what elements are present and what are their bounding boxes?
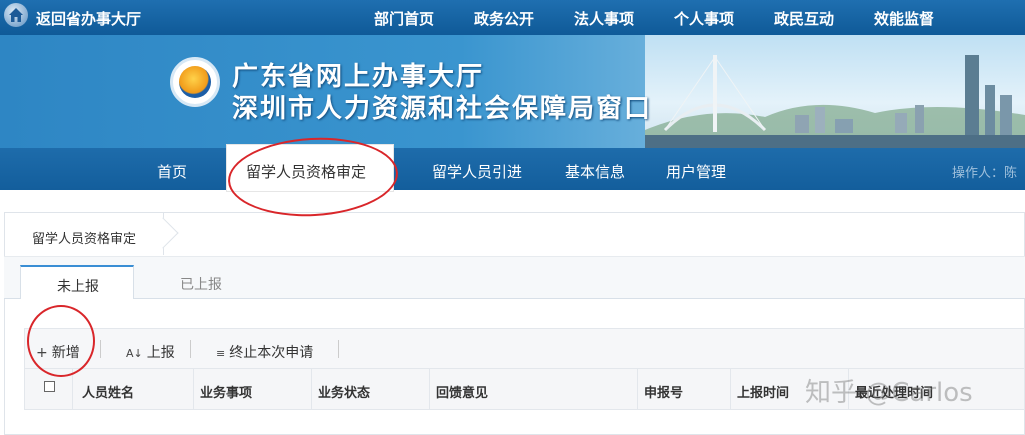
- mainnav-basic-info[interactable]: 基本信息: [565, 161, 625, 182]
- breadcrumb: 留学人员资格审定: [4, 212, 164, 255]
- list-icon: ≡: [216, 347, 226, 360]
- tab-unreported-label: 未上报: [57, 279, 99, 295]
- tab-reported[interactable]: 已上报: [165, 265, 245, 299]
- tab-unreported[interactable]: 未上报: [20, 265, 134, 299]
- col-name[interactable]: 人员姓名: [82, 382, 134, 401]
- column-divider: [637, 369, 638, 409]
- tab-strip: [4, 256, 1025, 299]
- operator-label: 操作人：陈: [951, 166, 1017, 181]
- tab-reported-label: 已上报: [180, 277, 222, 293]
- guangdong-logo: [170, 57, 220, 107]
- col-report-time[interactable]: 上报时间: [737, 382, 789, 401]
- toolbar-divider: [190, 340, 191, 358]
- column-divider: [193, 369, 194, 409]
- annotation-circle-add: [27, 305, 95, 377]
- col-feedback[interactable]: 回馈意见: [436, 382, 488, 401]
- toolbar-divider: [338, 340, 339, 358]
- topnav-supervision[interactable]: 效能监督: [874, 8, 934, 29]
- column-divider: [429, 369, 430, 409]
- mainnav-user-mgmt[interactable]: 用户管理: [666, 161, 726, 182]
- banner-skyline-image: [645, 35, 1025, 148]
- back-to-province-hall-link[interactable]: 返回省办事大厅: [36, 8, 141, 29]
- topnav-dept-home[interactable]: 部门首页: [374, 8, 434, 29]
- toolbar-divider: [100, 340, 101, 358]
- terminate-application-button[interactable]: ≡ 终止本次申请: [216, 342, 313, 362]
- topnav-gov-affairs[interactable]: 政务公开: [474, 8, 534, 29]
- col-business-item[interactable]: 业务事项: [200, 382, 252, 401]
- report-button[interactable]: A↓ 上报: [126, 342, 175, 362]
- banner-title-line2: 深圳市人力资源和社会保障局窗口: [232, 94, 653, 124]
- top-bar: 返回省办事大厅 部门首页 政务公开 法人事项 个人事项 政民互动 效能监督: [0, 0, 1025, 35]
- column-divider: [730, 369, 731, 409]
- zhihu-watermark: 知乎 @Carlos: [805, 378, 973, 408]
- col-status[interactable]: 业务状态: [318, 382, 370, 401]
- topnav-legal-person[interactable]: 法人事项: [574, 8, 634, 29]
- spellcheck-icon: A↓: [126, 347, 143, 360]
- column-divider: [311, 369, 312, 409]
- mainnav-returnee-import[interactable]: 留学人员引进: [432, 161, 522, 182]
- breadcrumb-current: 留学人员资格审定: [32, 232, 137, 247]
- col-application-no[interactable]: 申报号: [644, 382, 683, 401]
- select-all-checkbox[interactable]: [44, 381, 55, 392]
- topnav-interaction[interactable]: 政民互动: [774, 8, 834, 29]
- tab-underline: [4, 298, 1025, 299]
- main-nav: 首页 留学人员引进 基本信息 用户管理 操作人：陈: [0, 148, 1025, 190]
- topnav-personal[interactable]: 个人事项: [674, 8, 734, 29]
- mainnav-home[interactable]: 首页: [157, 161, 187, 182]
- home-icon[interactable]: [4, 3, 28, 27]
